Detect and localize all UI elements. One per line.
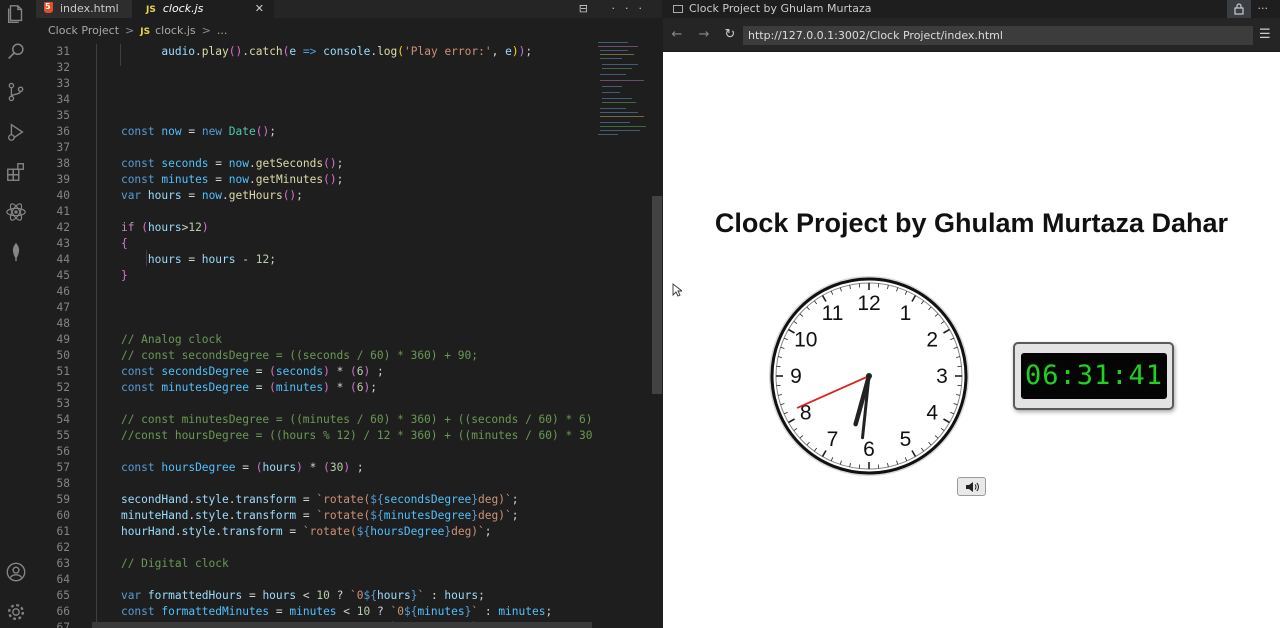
address-bar[interactable]: http://127.0.0.1:3002/Clock Project/inde… (743, 26, 1253, 45)
breadcrumb-symbol[interactable]: ... (217, 24, 228, 37)
breadcrumb: Clock Project > JS clock.js >... (36, 22, 596, 40)
clock-numeral: 2 (926, 329, 938, 352)
browser-tab-bar: Clock Project by Ghulam Murtaza Dahar✕ ·… (663, 0, 1280, 33)
analog-clock: 12 1234567891011 (769, 276, 969, 476)
tab-label: clock.js (162, 2, 204, 15)
chevron-right-icon: > (125, 24, 135, 37)
clock-numeral: 3 (936, 365, 948, 388)
back-arrow-icon[interactable]: ← (668, 26, 686, 44)
files-icon[interactable] (5, 3, 27, 25)
js-file-icon: JS (146, 5, 156, 15)
browser-tab[interactable]: Clock Project by Ghulam Murtaza Dahar✕ (663, 0, 913, 33)
clock-numeral: 4 (926, 402, 938, 425)
close-tab-icon[interactable]: ✕ (255, 0, 264, 18)
mongodb-leaf-icon[interactable] (5, 241, 27, 263)
minimap[interactable] (594, 40, 652, 150)
digital-clock: 06:31:41 (1013, 342, 1174, 410)
react-icon[interactable] (5, 201, 27, 223)
clock-numeral: 12 (857, 292, 880, 315)
extensions-icon[interactable] (5, 161, 27, 183)
code-editor[interactable]: 31 audio.play().catch(e => console.log('… (36, 44, 592, 628)
menu-icon[interactable]: ☰ (1259, 26, 1275, 44)
clock-numeral: 5 (900, 428, 912, 451)
reload-icon[interactable]: ↻ (721, 26, 739, 44)
mouse-pointer-icon (672, 283, 682, 297)
clock-numeral: 1 (900, 302, 912, 325)
clock-numeral: 6 (863, 438, 875, 461)
page-icon (673, 5, 683, 13)
sound-button[interactable] (957, 477, 986, 496)
account-icon[interactable] (5, 561, 27, 583)
clock-numeral: 9 (790, 365, 802, 388)
browser-toolbar: ← → ↻ http://127.0.0.1:3002/Clock Projec… (663, 18, 1280, 52)
more-actions-icon[interactable]: ··· (1258, 0, 1269, 18)
tab-clock-js[interactable]: JS clock.js ✕ (132, 0, 274, 18)
source-control-icon[interactable] (5, 81, 27, 103)
horizontal-scrollbar[interactable] (92, 622, 592, 628)
clock-numeral: 7 (827, 428, 839, 451)
run-debug-icon[interactable] (5, 121, 27, 143)
html5-icon (44, 0, 53, 16)
browser-window: Clock Project by Ghulam Murtaza Dahar✕ ·… (663, 0, 1280, 628)
activity-bar (0, 0, 32, 628)
breadcrumb-file[interactable]: clock.js (155, 24, 196, 37)
split-editor-and-more-icon[interactable]: ⊟ ··· (579, 0, 652, 18)
tab-index-html[interactable]: index.html (36, 0, 132, 18)
vertical-scrollbar[interactable] (652, 196, 662, 394)
chevron-right-icon: > (201, 24, 211, 37)
clock-numeral: 10 (794, 329, 817, 352)
breadcrumb-folder[interactable]: Clock Project (48, 24, 119, 37)
lock-icon[interactable] (1227, 0, 1251, 18)
page-viewport: Clock Project by Ghulam Murtaza Dahar 12… (663, 52, 1280, 628)
settings-gear-icon[interactable] (5, 601, 27, 623)
vscode-window: index.html JS clock.js ✕ ⊟ ··· Clock Proj… (0, 0, 662, 628)
forward-arrow-icon[interactable]: → (695, 26, 713, 44)
clock-numeral: 11 (822, 302, 844, 325)
speaker-icon (966, 482, 979, 492)
page-title: Clock Project by Ghulam Murtaza Dahar (714, 208, 1229, 238)
search-icon[interactable] (5, 41, 27, 63)
editor-tab-bar: index.html JS clock.js ✕ ⊟ ··· (36, 0, 662, 18)
js-file-icon: JS (140, 27, 151, 37)
tab-label: index.html (60, 2, 119, 15)
digital-time: 06:31:41 (1021, 353, 1167, 399)
